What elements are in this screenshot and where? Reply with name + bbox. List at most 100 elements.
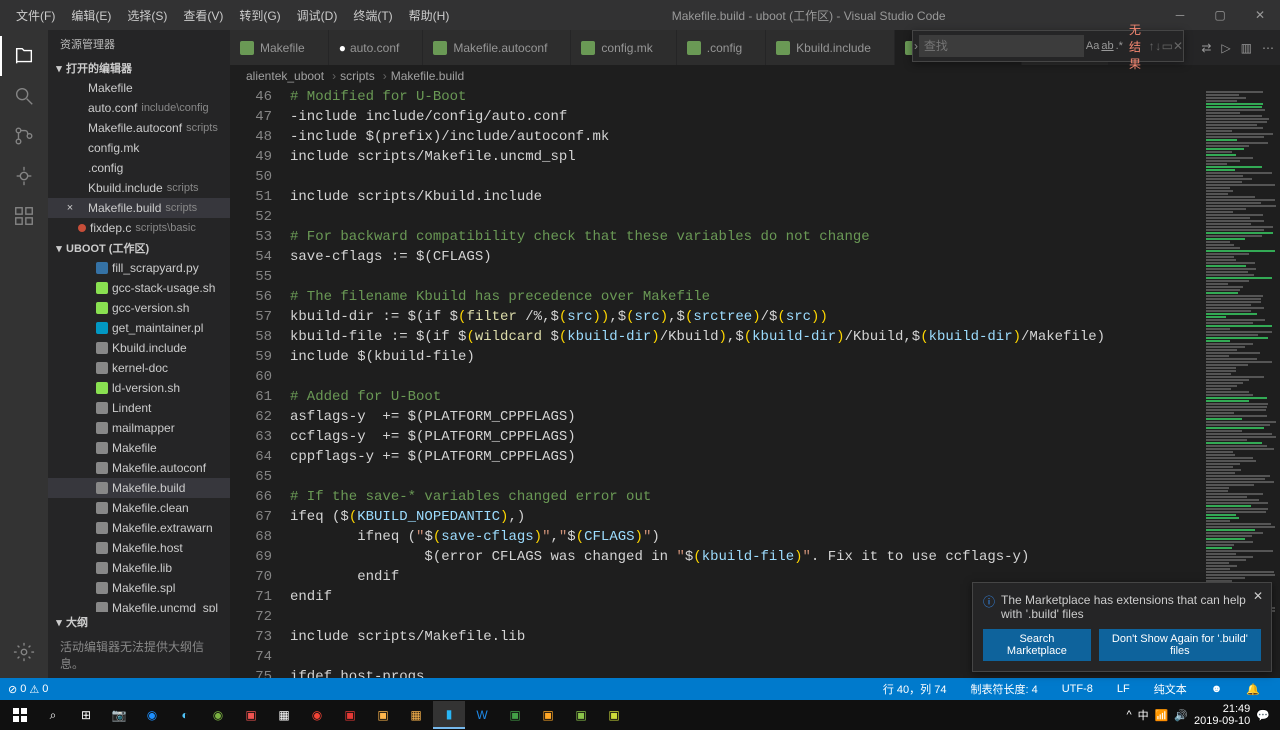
file-tree-item[interactable]: gcc-version.sh: [48, 298, 230, 318]
file-tree-item[interactable]: Makefile.spl: [48, 578, 230, 598]
find-prev-icon[interactable]: ↑: [1148, 37, 1155, 55]
find-input[interactable]: [919, 35, 1084, 57]
file-tree-item[interactable]: Kbuild.include: [48, 338, 230, 358]
file-tree-item[interactable]: gcc-stack-usage.sh: [48, 278, 230, 298]
breadcrumb-item[interactable]: scripts: [340, 69, 375, 83]
tray-ime-icon[interactable]: 中: [1138, 707, 1149, 723]
minimize-button[interactable]: ─: [1160, 0, 1200, 30]
status-bell-icon[interactable]: 🔔: [1246, 681, 1260, 697]
taskbar-app-7[interactable]: ▣: [532, 701, 564, 729]
taskbar-search-icon[interactable]: ⌕: [37, 701, 69, 729]
editor-tab[interactable]: Makefile.autoconf×: [423, 30, 571, 65]
breadcrumb-item[interactable]: alientek_uboot: [246, 69, 324, 83]
find-next-icon[interactable]: ↓: [1155, 37, 1162, 55]
explorer-icon[interactable]: [0, 36, 48, 76]
status-language[interactable]: 纯文本: [1154, 681, 1187, 697]
close-button[interactable]: ✕: [1240, 0, 1280, 30]
menu-item[interactable]: 调试(D): [289, 1, 346, 30]
editor-tab[interactable]: Kbuild.include×: [766, 30, 895, 65]
more-actions-icon[interactable]: ⋯: [1262, 41, 1274, 55]
menu-item[interactable]: 转到(G): [231, 1, 288, 30]
debug-icon[interactable]: [0, 156, 48, 196]
editor-tab[interactable]: ●auto.conf×: [329, 30, 424, 65]
run-icon[interactable]: ▷: [1221, 41, 1230, 55]
taskbar-app-explorer[interactable]: ▣: [367, 701, 399, 729]
find-regex-icon[interactable]: .*: [1116, 37, 1123, 55]
notification-close-icon[interactable]: ✕: [1253, 589, 1263, 603]
tray-chevron-icon[interactable]: ^: [1126, 709, 1131, 721]
file-tree-item[interactable]: ld-version.sh: [48, 378, 230, 398]
search-icon[interactable]: [0, 76, 48, 116]
menu-item[interactable]: 帮助(H): [401, 1, 458, 30]
workspace-header[interactable]: ▾UBOOT (工作区): [48, 238, 230, 258]
taskbar-app-2[interactable]: ▣: [235, 701, 267, 729]
menu-item[interactable]: 编辑(E): [63, 1, 119, 30]
open-editor-item[interactable]: Makefile.autoconfscripts: [48, 118, 230, 138]
status-position[interactable]: 行 40，列 74: [883, 681, 947, 697]
find-word-icon[interactable]: ab: [1101, 37, 1113, 55]
task-view-icon[interactable]: ⊞: [70, 701, 102, 729]
taskbar-app-vscode[interactable]: ▮: [433, 701, 465, 729]
file-tree-item[interactable]: Makefile.uncmd_spl: [48, 598, 230, 612]
editor-tab[interactable]: Makefile×: [230, 30, 329, 65]
taskbar-app-excel[interactable]: ▣: [499, 701, 531, 729]
file-tree-item[interactable]: Makefile.lib: [48, 558, 230, 578]
taskbar-app-3[interactable]: ▦: [268, 701, 300, 729]
file-tree-item[interactable]: Makefile.host: [48, 538, 230, 558]
file-tree-item[interactable]: kernel-doc: [48, 358, 230, 378]
tray-clock[interactable]: 21:492019-09-10: [1194, 703, 1250, 727]
open-editor-item[interactable]: Kbuild.includescripts: [48, 178, 230, 198]
open-editors-header[interactable]: ▾打开的编辑器: [48, 58, 230, 78]
status-eol[interactable]: LF: [1117, 681, 1130, 697]
taskbar-app-4[interactable]: ◉: [301, 701, 333, 729]
taskbar-app-word[interactable]: W: [466, 701, 498, 729]
file-tree-item[interactable]: get_maintainer.pl: [48, 318, 230, 338]
extensions-icon[interactable]: [0, 196, 48, 236]
settings-gear-icon[interactable]: [0, 632, 48, 672]
editor-tab[interactable]: .config×: [677, 30, 766, 65]
file-tree-item[interactable]: mailmapper: [48, 418, 230, 438]
close-editor-icon[interactable]: ×: [64, 202, 76, 214]
outline-header[interactable]: ▾大纲: [48, 612, 230, 632]
source-control-icon[interactable]: [0, 116, 48, 156]
maximize-button[interactable]: ▢: [1200, 0, 1240, 30]
file-tree-item[interactable]: Makefile: [48, 438, 230, 458]
file-tree-item[interactable]: Makefile.build: [48, 478, 230, 498]
find-case-icon[interactable]: Aa: [1086, 37, 1099, 55]
taskbar-app-6[interactable]: ▦: [400, 701, 432, 729]
file-tree-item[interactable]: fill_scrapyard.py: [48, 258, 230, 278]
menu-item[interactable]: 选择(S): [119, 1, 175, 30]
breadcrumb[interactable]: alientek_uboot›scripts›Makefile.build: [230, 65, 1280, 87]
dont-show-again-button[interactable]: Don't Show Again for '.build' files: [1099, 629, 1261, 661]
status-encoding[interactable]: UTF-8: [1062, 681, 1093, 697]
taskbar-app-5[interactable]: ▣: [334, 701, 366, 729]
taskbar-app-9[interactable]: ▣: [598, 701, 630, 729]
taskbar-app-wechat[interactable]: ◉: [202, 701, 234, 729]
status-feedback-icon[interactable]: ☻: [1211, 681, 1223, 697]
open-editor-item[interactable]: ×Makefile.buildscripts: [48, 198, 230, 218]
open-editor-item[interactable]: Makefile: [48, 78, 230, 98]
start-button[interactable]: [4, 701, 36, 729]
breadcrumb-item[interactable]: Makefile.build: [391, 69, 464, 83]
status-spaces[interactable]: 制表符长度: 4: [970, 681, 1037, 697]
file-tree-item[interactable]: Makefile.autoconf: [48, 458, 230, 478]
taskbar-app-edge[interactable]: ◉: [136, 701, 168, 729]
find-selection-icon[interactable]: ▭: [1162, 37, 1173, 55]
editor-tab[interactable]: config.mk×: [571, 30, 676, 65]
open-editor-item[interactable]: fixdep.cscripts\basic: [48, 218, 230, 238]
find-close-icon[interactable]: ✕: [1173, 37, 1183, 55]
compare-changes-icon[interactable]: ⇄: [1201, 41, 1211, 55]
search-marketplace-button[interactable]: Search Marketplace: [983, 629, 1091, 661]
open-editor-item[interactable]: .config: [48, 158, 230, 178]
status-errors[interactable]: ⊘0⚠0: [8, 683, 48, 696]
system-tray[interactable]: ^ 中 📶 🔊 21:492019-09-10 💬: [1126, 703, 1276, 727]
file-tree-item[interactable]: Lindent: [48, 398, 230, 418]
open-editor-item[interactable]: auto.confinclude\config: [48, 98, 230, 118]
split-editor-icon[interactable]: ▥: [1241, 41, 1252, 55]
menu-item[interactable]: 查看(V): [175, 1, 231, 30]
open-editor-item[interactable]: config.mk: [48, 138, 230, 158]
file-tree-item[interactable]: Makefile.clean: [48, 498, 230, 518]
menu-item[interactable]: 文件(F): [8, 1, 63, 30]
taskbar-app-camera[interactable]: 📷: [103, 701, 135, 729]
file-tree-item[interactable]: Makefile.extrawarn: [48, 518, 230, 538]
